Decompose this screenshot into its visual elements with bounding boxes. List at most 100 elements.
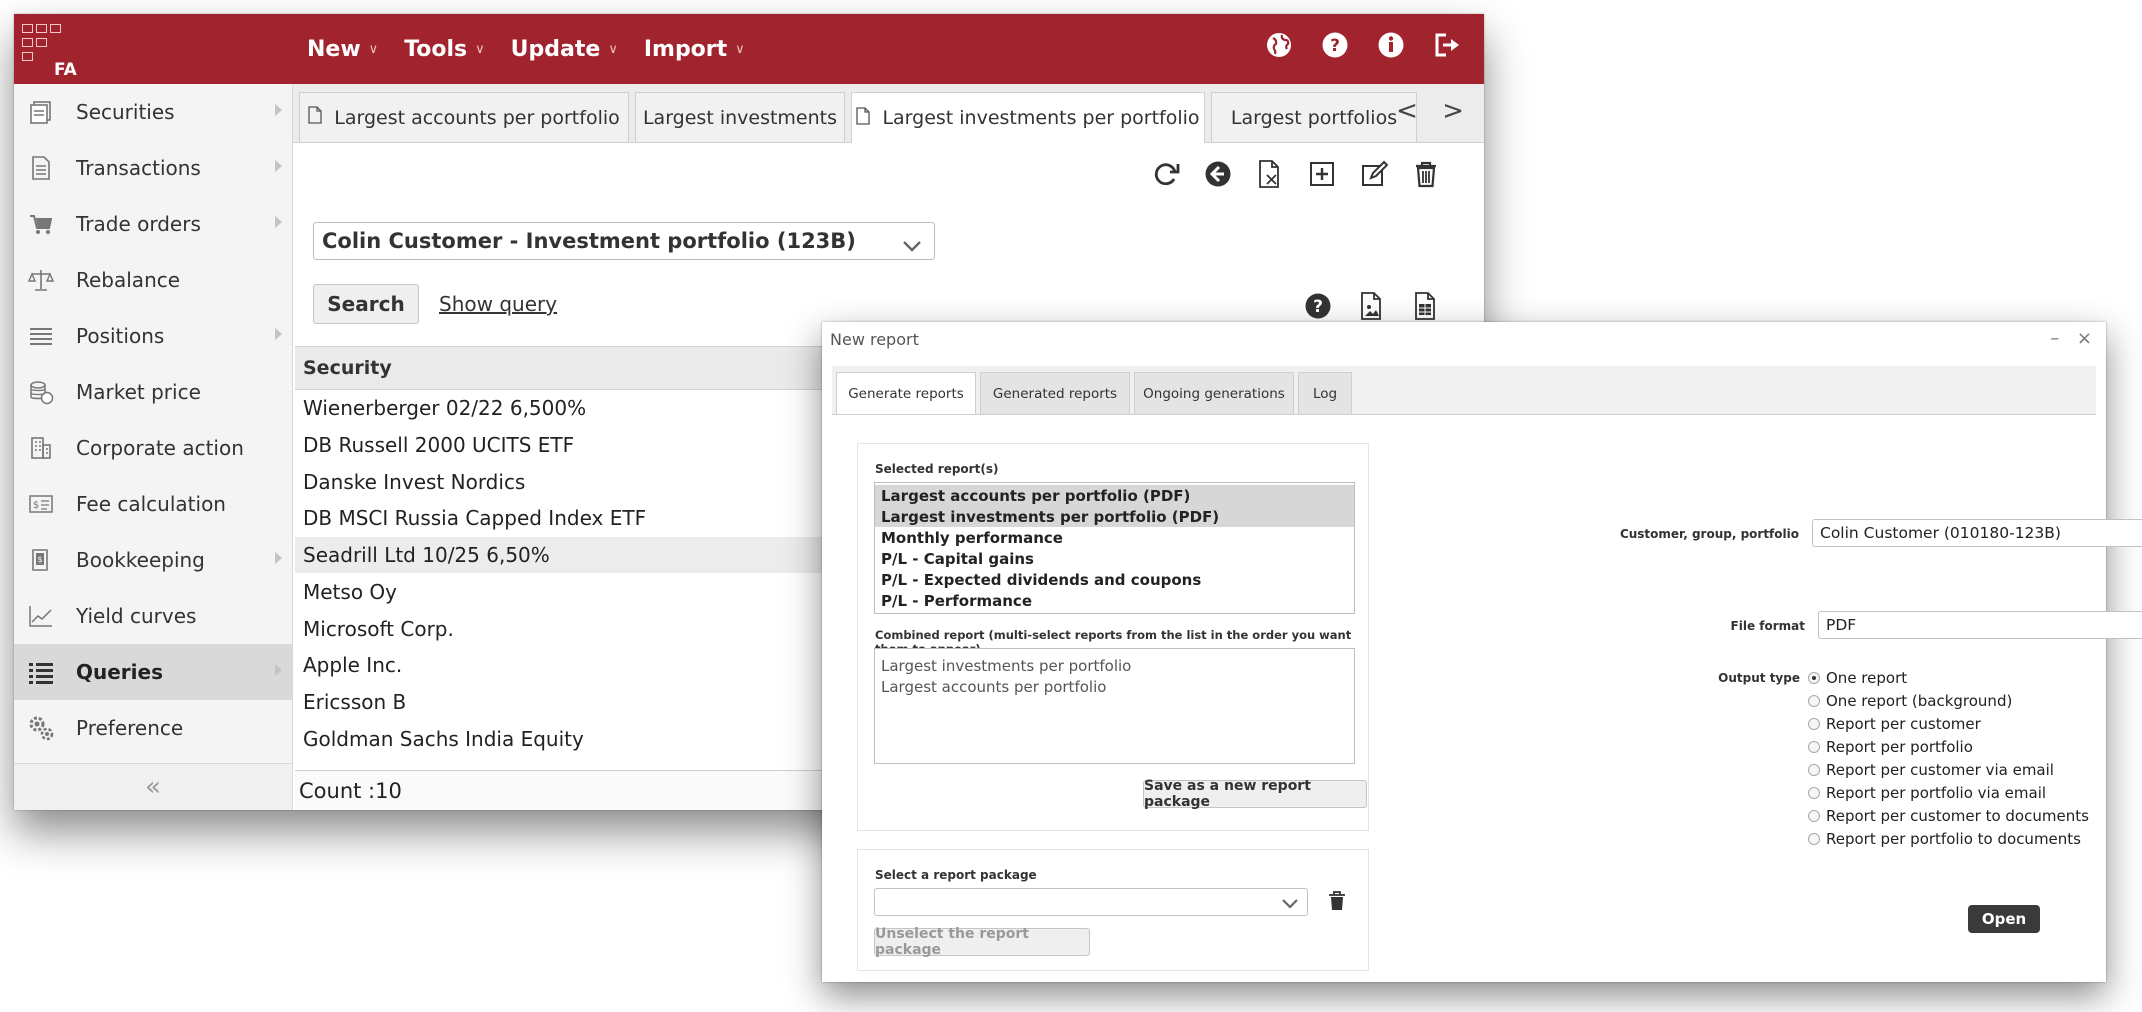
- output-option-portfolio-documents[interactable]: Report per portfolio to documents: [1808, 830, 2081, 848]
- list-item[interactable]: P/L - Performance: [875, 590, 1354, 611]
- sidebar-collapse-button[interactable]: «: [14, 763, 292, 810]
- customer-select[interactable]: Colin Customer (010180-123B): [1812, 519, 2142, 547]
- report-package-select[interactable]: [874, 888, 1308, 916]
- image-document-icon[interactable]: [1354, 288, 1390, 324]
- list-item[interactable]: Largest accounts per portfolio (PDF): [875, 485, 1354, 506]
- sidebar-item-fee-calculation[interactable]: $ Fee calculation: [14, 476, 292, 532]
- refresh-icon[interactable]: [1148, 156, 1184, 192]
- dialog-window-controls[interactable]: – ×: [2050, 328, 2098, 349]
- fee-icon: $: [26, 489, 56, 519]
- trash-icon[interactable]: [1408, 156, 1444, 192]
- help-icon[interactable]: ?: [1300, 288, 1336, 324]
- portfolio-select-value: Colin Customer - Investment portfolio (1…: [322, 229, 856, 253]
- svg-text:$: $: [33, 500, 39, 511]
- show-query-link[interactable]: Show query: [439, 292, 557, 316]
- svg-text:?: ?: [1330, 36, 1340, 56]
- chevron-right-icon: [275, 328, 282, 340]
- radio-checked-icon: [1808, 672, 1820, 684]
- tab-largest-portfolios[interactable]: Largest portfolios: [1211, 92, 1417, 142]
- trash-icon[interactable]: [1328, 890, 1346, 916]
- menu-update[interactable]: Update ∨: [511, 37, 618, 62]
- spreadsheet-document-icon[interactable]: [1408, 288, 1444, 324]
- fa-logo[interactable]: FA: [22, 24, 82, 80]
- document-icon: [308, 106, 322, 129]
- sidebar-item-label: Transactions: [76, 156, 201, 180]
- sidebar-item-label: Fee calculation: [76, 492, 226, 516]
- list-item[interactable]: Largest investments per portfolio (PDF): [875, 506, 1354, 527]
- output-option-customer-documents[interactable]: Report per customer to documents: [1808, 807, 2089, 825]
- sidebar-item-positions[interactable]: Positions: [14, 308, 292, 364]
- output-option-report-per-portfolio[interactable]: Report per portfolio: [1808, 738, 1973, 756]
- file-format-select[interactable]: PDF: [1818, 611, 2142, 639]
- tab-largest-investments[interactable]: Largest investments: [635, 92, 845, 142]
- tab-label: Largest portfolios: [1230, 106, 1398, 129]
- search-button[interactable]: Search: [313, 284, 419, 324]
- save-report-package-button[interactable]: Save as a new report package: [1143, 778, 1367, 810]
- sidebar-item-label: Rebalance: [76, 268, 181, 292]
- menu-tools[interactable]: Tools ∨: [404, 37, 484, 62]
- info-icon[interactable]: [1374, 28, 1408, 62]
- sidebar-item-bookkeeping[interactable]: $ Bookkeeping: [14, 532, 292, 588]
- list-lines-icon: [26, 321, 56, 351]
- combined-report-list[interactable]: Largest investments per portfolio Larges…: [874, 648, 1355, 764]
- tab-label: Largest investments per portfolio: [882, 107, 1200, 129]
- tab-largest-accounts-per-portfolio[interactable]: Largest accounts per portfolio: [299, 92, 629, 142]
- sidebar-item-label: Queries: [76, 660, 163, 684]
- tab-generated-reports[interactable]: Generated reports: [980, 372, 1130, 414]
- output-option-report-per-customer[interactable]: Report per customer: [1808, 715, 1981, 733]
- tab-generate-reports[interactable]: Generate reports: [836, 372, 976, 415]
- menu-import[interactable]: Import ∨: [644, 37, 745, 62]
- logout-icon[interactable]: [1430, 28, 1464, 62]
- tab-scroll-arrows[interactable]: < >: [1396, 96, 1472, 126]
- sidebar-item-label: Preference: [76, 716, 184, 740]
- radio-label: One report (background): [1826, 692, 2013, 710]
- generate-reports-body: Selected report(s) Largest accounts per …: [832, 414, 2142, 973]
- output-option-one-report[interactable]: One report: [1808, 669, 1907, 687]
- sidebar-item-label: Corporate action: [76, 436, 244, 460]
- edit-icon[interactable]: [1356, 156, 1392, 192]
- double-chevron-left-icon: «: [145, 772, 161, 802]
- tab-ongoing-generations[interactable]: Ongoing generations: [1134, 372, 1294, 414]
- unselect-report-package-button[interactable]: Unselect the report package: [874, 926, 1090, 958]
- sidebar-item-corporate-action[interactable]: Corporate action: [14, 420, 292, 476]
- chevron-down-icon: ∨: [368, 41, 379, 57]
- back-icon[interactable]: [1200, 156, 1236, 192]
- logo-text: FA: [54, 60, 77, 80]
- sidebar-item-trade-orders[interactable]: Trade orders: [14, 196, 292, 252]
- document-icon: [26, 153, 56, 183]
- globe-icon[interactable]: [1262, 28, 1296, 62]
- output-option-customer-email[interactable]: Report per customer via email: [1808, 761, 2054, 779]
- tab-label: Largest investments: [642, 106, 838, 129]
- cart-icon: [26, 209, 56, 239]
- sidebar-item-preference[interactable]: Preference: [14, 700, 292, 756]
- portfolio-select[interactable]: Colin Customer - Investment portfolio (1…: [313, 222, 935, 260]
- tab-bar: Largest accounts per portfolio Largest i…: [293, 84, 1484, 143]
- queries-list-icon: [26, 657, 56, 687]
- list-item[interactable]: P/L - Expected dividends and coupons: [875, 569, 1354, 590]
- add-icon[interactable]: [1304, 156, 1340, 192]
- tab-log[interactable]: Log: [1298, 372, 1352, 414]
- output-option-portfolio-email[interactable]: Report per portfolio via email: [1808, 784, 2046, 802]
- selected-reports-list[interactable]: Largest accounts per portfolio (PDF) Lar…: [874, 482, 1355, 614]
- menu-import-label: Import: [643, 36, 728, 62]
- radio-label: Report per portfolio to documents: [1826, 830, 2081, 848]
- document-icon: [856, 106, 871, 130]
- sidebar-item-securities[interactable]: Securities: [14, 84, 292, 140]
- list-item[interactable]: P/L - Capital gains: [875, 548, 1354, 569]
- radio-label: Report per portfolio: [1826, 738, 1973, 756]
- menu-new[interactable]: New ∨: [307, 37, 378, 62]
- open-button[interactable]: Open: [1968, 905, 2040, 933]
- radio-icon: [1808, 833, 1820, 845]
- sidebar-item-transactions[interactable]: Transactions: [14, 140, 292, 196]
- top-menu: New ∨ Tools ∨ Update ∨ Import ∨: [307, 14, 745, 84]
- sidebar-item-queries[interactable]: Queries: [14, 644, 292, 700]
- sidebar-item-market-price[interactable]: Market price: [14, 364, 292, 420]
- chevron-right-icon: [275, 664, 282, 676]
- file-format-label: File format: [1730, 619, 1805, 633]
- output-option-one-report-background[interactable]: One report (background): [1808, 692, 2012, 710]
- help-icon[interactable]: ?: [1318, 28, 1352, 62]
- delete-document-icon[interactable]: [1252, 156, 1288, 192]
- sidebar-item-rebalance[interactable]: Rebalance: [14, 252, 292, 308]
- tab-largest-investments-per-portfolio[interactable]: Largest investments per portfolio: [851, 92, 1205, 143]
- sidebar-item-yield-curves[interactable]: Yield curves: [14, 588, 292, 644]
